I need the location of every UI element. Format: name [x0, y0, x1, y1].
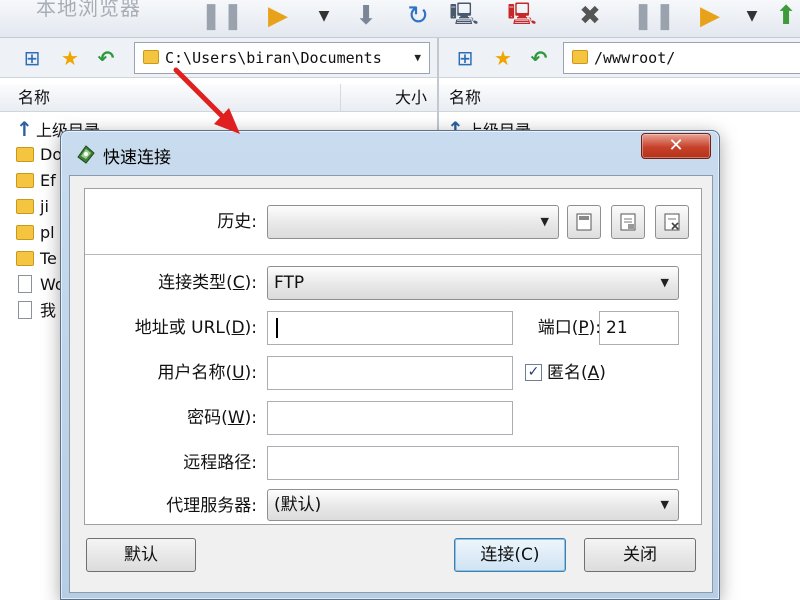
refresh-icon[interactable]: ↻: [402, 0, 434, 32]
list-item-label: 我: [40, 301, 57, 320]
quick-connect-icon: [77, 145, 95, 164]
proxy-value: (默认): [274, 495, 322, 515]
column-name-header[interactable]: 名称: [18, 84, 50, 112]
download-icon[interactable]: ⬇: [350, 0, 382, 32]
remote-path-label: 远程路径:: [183, 453, 257, 473]
local-path-text: C:\Users\biran\Documents: [165, 49, 382, 67]
play-dropdown-icon[interactable]: ▼: [736, 0, 768, 32]
dialog-body: 历史: ▼ 连接类型(C): FTP ▼ 地址或 URL(D): 端口(P): …: [69, 175, 713, 593]
local-path-combo[interactable]: C:\Users\biran\Documents ▼: [134, 42, 430, 74]
proxy-select[interactable]: (默认) ▼: [267, 489, 679, 521]
edit-icon: [620, 213, 636, 231]
delete-history-button[interactable]: [655, 205, 689, 239]
anonymous-checkbox[interactable]: ✓: [525, 364, 542, 381]
password-label: 密码(W):: [187, 408, 257, 428]
address-label: 地址或 URL(D):: [134, 318, 257, 338]
local-address-bar: ⊞ ★ ↶ C:\Users\biran\Documents ▼: [0, 38, 437, 78]
text-caret: [276, 318, 278, 338]
checkbox-checked-icon: ✓: [525, 364, 542, 381]
port-input[interactable]: 21: [599, 311, 679, 345]
chevron-down-icon: ▼: [540, 215, 549, 228]
local-column-header: 名称 大小: [0, 84, 437, 112]
list-item-label: ji: [40, 197, 49, 216]
stop-icon[interactable]: ✖: [574, 0, 606, 32]
remote-column-header: 名称: [439, 84, 800, 112]
document-icon: [18, 301, 32, 319]
connection-type-value: FTP: [274, 273, 305, 293]
chevron-down-icon: ▼: [660, 498, 669, 511]
disconnect-icon[interactable]: 🖳: [506, 0, 538, 32]
anonymous-label: 匿名(A): [547, 363, 606, 383]
chevron-down-icon[interactable]: ▼: [414, 43, 421, 73]
list-item-label: Ef: [40, 171, 56, 190]
delete-icon: [664, 213, 680, 231]
folder-icon: [16, 147, 34, 162]
favorites-star-icon[interactable]: ★: [56, 44, 84, 72]
close-button[interactable]: 关闭: [584, 538, 696, 572]
remote-address-bar: ⊞ ★ ↶ /wwwroot/: [439, 38, 800, 78]
play-icon[interactable]: ▶: [694, 0, 726, 32]
column-size-header[interactable]: 大小: [395, 84, 427, 112]
folder-icon: [16, 173, 34, 188]
save-history-button[interactable]: [567, 205, 601, 239]
column-divider[interactable]: [340, 84, 341, 112]
dialog-title: 快速连接: [103, 148, 171, 168]
dialog-title-bar[interactable]: 快速连接 ✕: [61, 131, 719, 175]
folder-icon: [143, 50, 159, 64]
connection-type-select[interactable]: FTP ▼: [267, 266, 679, 300]
chevron-down-icon: ▼: [660, 276, 669, 289]
remote-path-text: /wwwroot/: [594, 49, 676, 67]
pause-icon[interactable]: ❚❚: [632, 0, 676, 32]
folder-icon: [572, 50, 588, 64]
close-icon[interactable]: ✕: [641, 133, 711, 159]
connection-form: 历史: ▼ 连接类型(C): FTP ▼ 地址或 URL(D): 端口(P): …: [84, 188, 702, 525]
quick-connect-dialog: 快速连接 ✕ 历史: ▼ 连接类型(C): FTP ▼ 地址或 URL(D): …: [60, 130, 720, 600]
save-icon: [576, 213, 592, 231]
go-up-icon[interactable]: ↶: [92, 44, 120, 72]
column-name-header[interactable]: 名称: [449, 84, 481, 112]
edit-history-button[interactable]: [611, 205, 645, 239]
document-icon: [18, 275, 32, 293]
upload-icon[interactable]: ⬆: [770, 0, 800, 32]
address-input[interactable]: [267, 311, 513, 345]
proxy-label: 代理服务器:: [166, 496, 257, 516]
list-item-label: Te: [40, 249, 57, 268]
parent-dir-icon: ↑: [16, 117, 33, 141]
default-button[interactable]: 默认: [86, 538, 196, 572]
folder-icon: [16, 225, 34, 240]
password-input[interactable]: [267, 401, 513, 435]
computer-icon[interactable]: 🖳: [448, 0, 480, 32]
local-browser-title: 本地浏览器: [36, 0, 141, 20]
username-input[interactable]: [267, 356, 513, 390]
username-label: 用户名称(U):: [157, 363, 257, 383]
play-icon[interactable]: ▶: [262, 0, 294, 32]
history-label: 历史:: [217, 212, 257, 232]
folder-icon: [16, 199, 34, 214]
folder-icon: [16, 251, 34, 266]
pause-icon[interactable]: ❚❚: [200, 0, 244, 32]
list-item-label: Do: [40, 145, 63, 164]
history-combo[interactable]: ▼: [267, 205, 559, 239]
connection-type-label: 连接类型(C):: [158, 273, 257, 293]
port-label: 端口(P):: [537, 318, 601, 338]
drives-icon[interactable]: ⊞: [18, 44, 46, 72]
remote-path-combo[interactable]: /wwwroot/: [563, 42, 800, 74]
go-up-icon[interactable]: ↶: [525, 44, 553, 72]
main-toolbar: 本地浏览器 ❚❚ ▶ ▼ ⬇ ↻ 🖳 🖳 ✖ ❚❚ ▶ ▼ ⬆: [0, 0, 800, 38]
list-item-label: pl: [40, 223, 55, 242]
connect-button[interactable]: 连接(C): [454, 538, 566, 572]
favorites-star-icon[interactable]: ★: [489, 44, 517, 72]
remote-path-input[interactable]: [267, 446, 679, 480]
play-dropdown-icon[interactable]: ▼: [308, 0, 340, 32]
separator: [85, 254, 701, 255]
drives-icon[interactable]: ⊞: [451, 44, 479, 72]
